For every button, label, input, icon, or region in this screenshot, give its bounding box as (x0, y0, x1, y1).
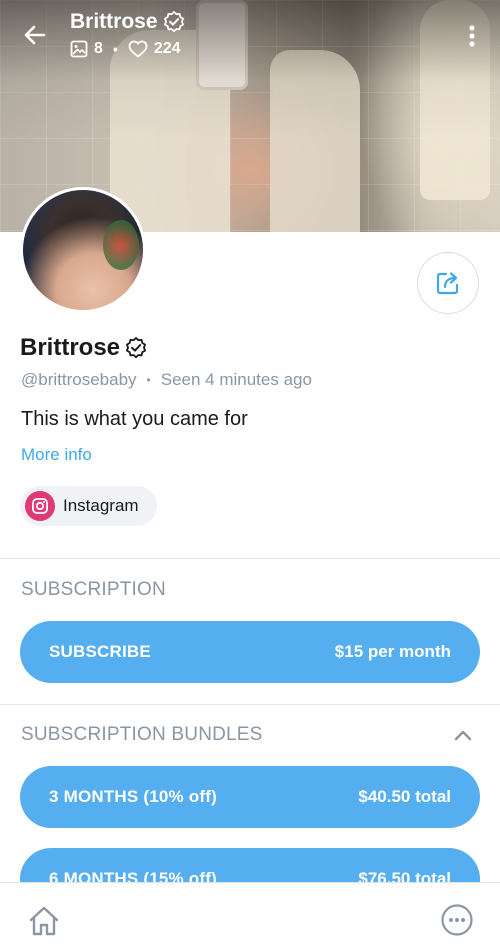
chevron-up-icon (454, 730, 472, 741)
verified-badge-icon (126, 337, 147, 359)
profile-name: Brittrose (20, 334, 121, 361)
bundle-label: 3 MONTHS (10% off) (49, 787, 217, 806)
avatar[interactable] (20, 187, 146, 313)
stats-separator: • (112, 41, 118, 57)
cover-stats: 8 • 224 (70, 40, 186, 58)
more-horizontal-icon (441, 904, 473, 936)
instagram-label: Instagram (63, 496, 139, 515)
instagram-link[interactable]: Instagram (20, 486, 157, 526)
bundles-title: SUBSCRIPTION BUNDLES (21, 724, 263, 745)
cover-name: Brittrose (70, 10, 158, 33)
profile-bio: This is what you came for (21, 408, 248, 430)
subscribe-label: SUBSCRIBE (49, 642, 151, 661)
handle-separator: • (146, 373, 151, 387)
subscribe-button[interactable]: SUBSCRIBE $15 per month (20, 621, 480, 683)
home-icon (29, 906, 59, 936)
image-icon (70, 40, 88, 58)
arrow-left-icon (24, 25, 46, 45)
last-seen: Seen 4 minutes ago (160, 370, 312, 389)
share-button[interactable] (417, 252, 479, 314)
subscribe-price: $15 per month (334, 642, 451, 661)
collapse-bundles-button[interactable] (452, 724, 474, 746)
profile-handle: @brittrosebaby (21, 370, 137, 389)
likes-count: 224 (153, 40, 181, 57)
menu-button[interactable] (440, 903, 474, 937)
subscription-title: SUBSCRIPTION (21, 579, 166, 600)
home-button[interactable] (26, 903, 62, 939)
share-icon (436, 272, 459, 295)
instagram-icon (25, 491, 55, 521)
bundle-price: $40.50 total (358, 787, 451, 806)
back-button[interactable] (20, 20, 50, 50)
bottom-nav (0, 882, 500, 951)
cover-title: Brittrose 8 • 224 (70, 10, 186, 58)
handle-row: @brittrosebaby • Seen 4 minutes ago (21, 370, 312, 390)
more-options-button[interactable] (462, 22, 482, 52)
section-divider (0, 704, 500, 705)
section-divider (0, 558, 500, 559)
heart-icon (128, 40, 148, 58)
more-info-link[interactable]: More info (21, 445, 92, 465)
top-bar: Brittrose 8 • 224 (0, 0, 500, 80)
bundle-3-months-button[interactable]: 3 MONTHS (10% off) $40.50 total (20, 766, 480, 828)
more-vertical-icon (469, 25, 475, 47)
profile-name-row: Brittrose (20, 334, 148, 362)
verified-badge-icon (163, 11, 184, 33)
media-count: 8 (94, 40, 103, 57)
